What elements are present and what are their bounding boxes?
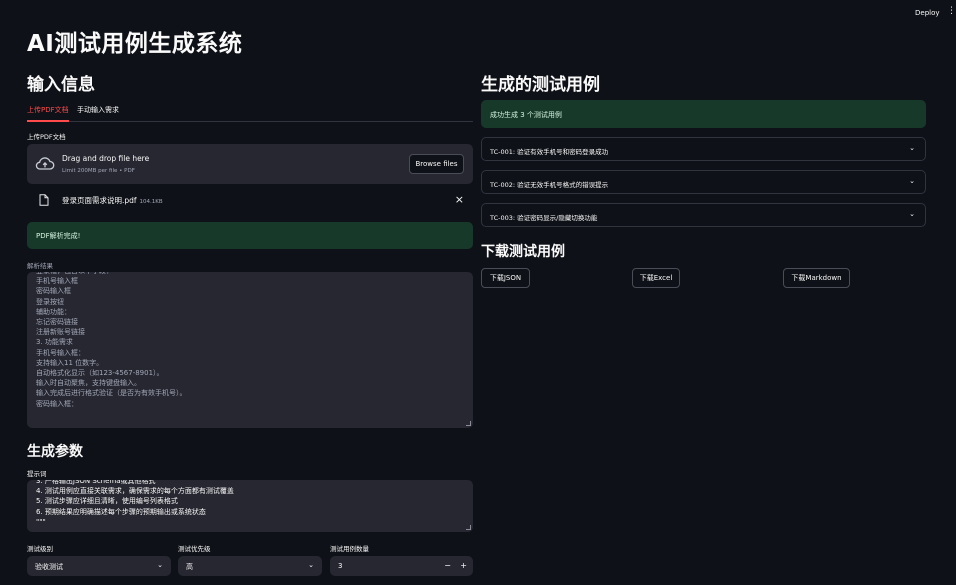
cloud-upload-icon [35, 157, 55, 170]
test-level-label: 测试级别 [27, 545, 53, 553]
parse-result-line: 手机号输入框 [36, 277, 78, 286]
prompt-textarea[interactable]: 3. 严格输出JSON Schema或其他格式 4. 测试用例应直接关联需求，确保… [27, 480, 473, 532]
parse-result-line: 辅助功能： [36, 307, 71, 316]
test-case-title: TC-003: 验证密码显示/隐藏切换功能 [490, 214, 598, 222]
upload-limit-text: Limit 200MB per file • PDF [62, 168, 135, 174]
test-case-expander[interactable]: TC-001: 验证有效手机号和密码登录成功 ⌄ [481, 137, 926, 161]
main-menu-icon[interactable]: ⋮ [947, 7, 956, 16]
parse-result-line: 登录按钮 [36, 297, 64, 306]
file-size: 104.1KB [139, 199, 163, 205]
test-priority-value: 高 [186, 563, 193, 571]
increment-icon[interactable]: + [460, 561, 467, 570]
prompt-content: 3. 严格输出JSON Schema或其他格式 4. 测试用例应直接关联需求，确保… [36, 480, 464, 527]
file-icon [39, 194, 49, 206]
chevron-down-icon: ⌄ [909, 177, 915, 185]
test-case-title: TC-002: 验证无效手机号格式的错误提示 [490, 181, 609, 189]
chevron-down-icon: ⌄ [909, 144, 915, 152]
input-tabs: 上传PDF文档 手动输入需求 [27, 104, 473, 122]
drag-drop-text: Drag and drop file here [62, 154, 150, 163]
pdf-parse-success-alert: PDF解析完成! [27, 222, 473, 249]
test-count-stepper[interactable]: 3 − + [330, 556, 473, 576]
resize-handle-icon[interactable] [466, 525, 471, 530]
prompt-line: 6. 预期结果应明确描述每个步骤的预期输出或系统状态 [36, 507, 206, 516]
test-case-expander[interactable]: TC-002: 验证无效手机号格式的错误提示 ⌄ [481, 170, 926, 194]
prompt-line: """ [36, 517, 46, 526]
parse-result-line: 密码输入框： [36, 399, 78, 408]
download-excel-button[interactable]: 下载Excel [632, 268, 680, 288]
chevron-down-icon: ⌄ [909, 210, 915, 218]
test-count-value: 3 [338, 562, 343, 570]
parse-result-line: 3. 功能需求 [36, 338, 73, 347]
uploaded-file-row: 登录页面需求说明.pdf 104.1KB × [27, 192, 473, 210]
parse-result-line: 密码输入框 [36, 287, 71, 296]
pdf-parse-success-text: PDF解析完成! [36, 232, 81, 240]
file-uploader-dropzone[interactable]: Drag and drop file here Limit 200MB per … [27, 144, 473, 184]
tab-manual-input[interactable]: 手动输入需求 [77, 104, 119, 122]
tab-upload-pdf[interactable]: 上传PDF文档 [27, 104, 69, 122]
test-level-value: 验收测试 [35, 563, 63, 571]
parse-result-line: 支持输入11 位数字。 [36, 358, 104, 367]
generate-success-alert: 成功生成 3 个测试用例 [481, 100, 926, 128]
download-json-button[interactable]: 下载JSON [481, 268, 530, 288]
prompt-label: 提示词 [27, 470, 47, 478]
test-case-title: TC-001: 验证有效手机号和密码登录成功 [490, 148, 609, 156]
params-section-heading: 生成参数 [27, 444, 83, 460]
parse-result-line: 忘记密码链接 [36, 318, 78, 327]
deploy-button[interactable]: Deploy [915, 9, 940, 17]
browse-files-button[interactable]: Browse files [409, 154, 464, 174]
download-section-heading: 下载测试用例 [481, 244, 565, 260]
chevron-down-icon: ⌄ [308, 561, 314, 569]
input-section-heading: 输入信息 [27, 75, 95, 95]
remove-file-close-icon[interactable]: × [455, 193, 464, 206]
parse-result-line: 输入完成后进行格式验证（是否为有效手机号）。 [36, 389, 187, 398]
app-title: AI测试用例生成系统 [27, 31, 243, 57]
prompt-line: 4. 测试用例应直接关联需求，确保需求的每个方面都有测试覆盖 [36, 487, 234, 496]
test-priority-select[interactable]: 高 ⌄ [178, 556, 322, 576]
parse-result-line: 手机号输入框： [36, 348, 85, 357]
decrement-icon[interactable]: − [444, 561, 451, 570]
chevron-down-icon: ⌄ [157, 561, 163, 569]
uploader-label: 上传PDF文档 [27, 133, 66, 141]
results-section-heading: 生成的测试用例 [481, 75, 600, 95]
file-name-text: 登录页面需求说明.pdf [62, 196, 137, 205]
test-count-label: 测试用例数量 [330, 545, 369, 553]
parse-result-content: 登录框，包含以下字段：手机号输入框密码输入框登录按钮辅助功能：忘记密码链接注册新… [36, 272, 464, 409]
test-case-expander[interactable]: TC-003: 验证密码显示/隐藏切换功能 ⌄ [481, 203, 926, 227]
test-level-select[interactable]: 验收测试 ⌄ [27, 556, 171, 576]
uploaded-file-name: 登录页面需求说明.pdf 104.1KB [62, 195, 163, 206]
parse-result-label: 解析结果 [27, 262, 53, 270]
test-priority-label: 测试优先级 [178, 545, 211, 553]
prompt-line: 5. 测试步骤应详细且清晰，使用编号列表格式 [36, 497, 178, 506]
parse-result-line: 自动格式化显示（如123-4567-8901）。 [36, 369, 164, 378]
generate-success-text: 成功生成 3 个测试用例 [490, 111, 562, 119]
parse-result-line: 输入时自动聚焦，支持键盘输入。 [36, 379, 141, 388]
parse-result-line: 注册新账号链接 [36, 328, 85, 337]
download-markdown-button[interactable]: 下载Markdown [783, 268, 850, 288]
parse-result-textarea[interactable]: 登录框，包含以下字段：手机号输入框密码输入框登录按钮辅助功能：忘记密码链接注册新… [27, 272, 473, 428]
resize-handle-icon[interactable] [466, 421, 471, 426]
